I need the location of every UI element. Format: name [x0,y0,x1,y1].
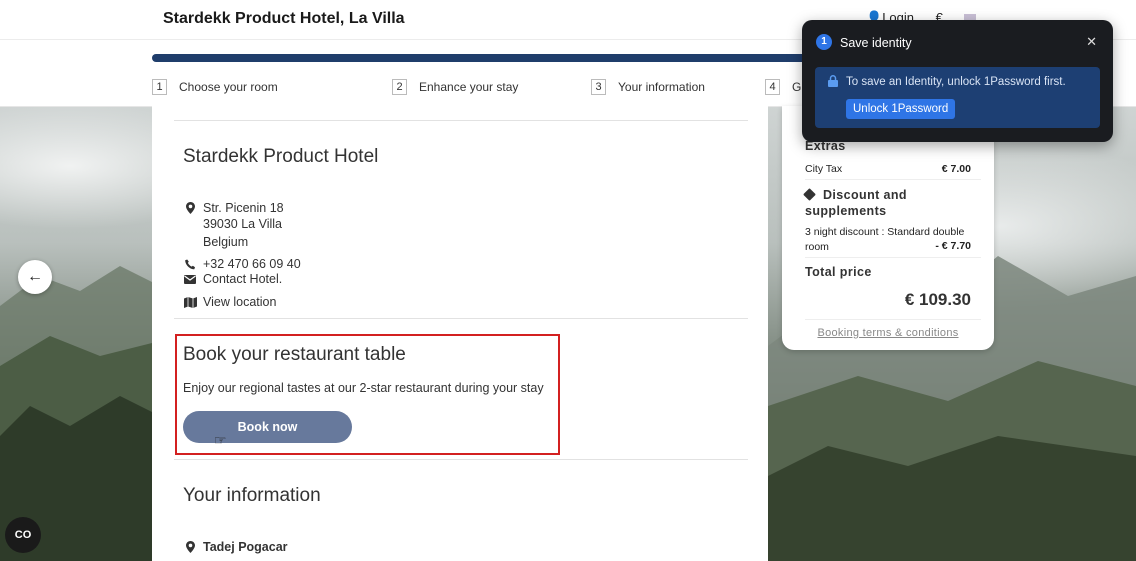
address-country: Belgium [203,235,249,249]
step-number: 4 [765,79,780,95]
divider [805,179,981,180]
hand-cursor-icon: ☞ [214,432,227,448]
your-information-heading: Your information [183,485,321,506]
city-tax-row: City Tax € 7.00 [805,163,971,175]
mountain-scenery-left [0,266,160,561]
tag-icon [803,188,816,201]
city-tax-value: € 7.00 [941,163,971,175]
city-tax-label: City Tax [805,163,843,175]
step-label: Enhance your stay [419,80,519,94]
hotel-name-heading: Stardekk Product Hotel [183,146,379,167]
discount-heading: Discount and supplements [803,187,975,219]
onepassword-logo-icon: 1 [816,34,832,50]
total-price-value: € 109.30 [904,290,971,309]
step-number: 2 [392,79,407,95]
unlock-1password-button[interactable]: Unlock 1Password [846,99,956,119]
popup-message: To save an Identity, unlock 1Password fi… [846,76,1066,88]
step-label: Your information [618,80,705,94]
guest-name: Tadej Pogacar [203,540,288,554]
address-street: Str. Picenin 18 [203,201,284,215]
divider [174,459,748,460]
restaurant-description: Enjoy our regional tastes at our 2-star … [183,381,544,395]
booking-summary-card: Extras City Tax € 7.00 Discount and supp… [782,106,994,350]
view-location-link[interactable]: View location [203,295,276,309]
lock-icon [828,75,838,90]
main-content: Stardekk Product Hotel Str. Picenin 18 3… [152,106,768,561]
popup-message-box: To save an Identity, unlock 1Password fi… [815,67,1100,128]
restaurant-heading: Book your restaurant table [183,344,406,365]
address-block: Str. Picenin 18 [183,201,284,215]
map-pin-icon [183,202,197,214]
arrow-left-icon: ← [27,268,43,285]
close-icon[interactable]: ✕ [1086,34,1097,50]
envelope-icon [183,274,197,284]
step-enhance-stay[interactable]: 2 Enhance your stay [392,79,518,95]
step-choose-room[interactable]: 1 Choose your room [152,79,278,95]
step-number: 3 [591,79,606,95]
address-city: 39030 La Villa [203,217,283,231]
divider [174,120,748,121]
total-price-heading: Total price [805,265,872,279]
discount-value-row: - € 7.70 [805,240,971,252]
step-your-information[interactable]: 3 Your information [591,79,705,95]
step-label: Choose your room [179,80,278,94]
step-number: 1 [152,79,167,95]
book-now-button[interactable]: Book now [183,411,352,443]
phone-number[interactable]: +32 470 66 09 40 [203,257,301,271]
discount-heading-label: Discount and supplements [805,188,907,218]
map-icon [183,296,197,308]
contact-hotel-link[interactable]: Contact Hotel. [203,272,282,286]
phone-row: +32 470 66 09 40 [183,257,301,271]
divider [805,319,981,320]
discount-value: - € 7.70 [935,240,971,252]
guest-row: Tadej Pogacar [183,540,288,554]
contact-row[interactable]: Contact Hotel. [183,272,282,286]
back-arrow-button[interactable]: ← [18,260,52,294]
hotel-site-title[interactable]: Stardekk Product Hotel, La Villa [163,10,405,28]
popup-title: Save identity [840,36,912,50]
booking-terms-link[interactable]: Booking terms & conditions [782,327,994,339]
location-row[interactable]: View location [183,295,276,309]
map-pin-icon [183,541,197,553]
divider [805,257,981,258]
onepassword-popup: 1 Save identity ✕ To save an Identity, u… [802,20,1113,142]
phone-icon [183,259,197,270]
accessibility-button[interactable]: CO [5,517,41,553]
divider [174,318,748,319]
booking-progress-bar [152,54,812,62]
cc-icon: CO [14,529,32,541]
